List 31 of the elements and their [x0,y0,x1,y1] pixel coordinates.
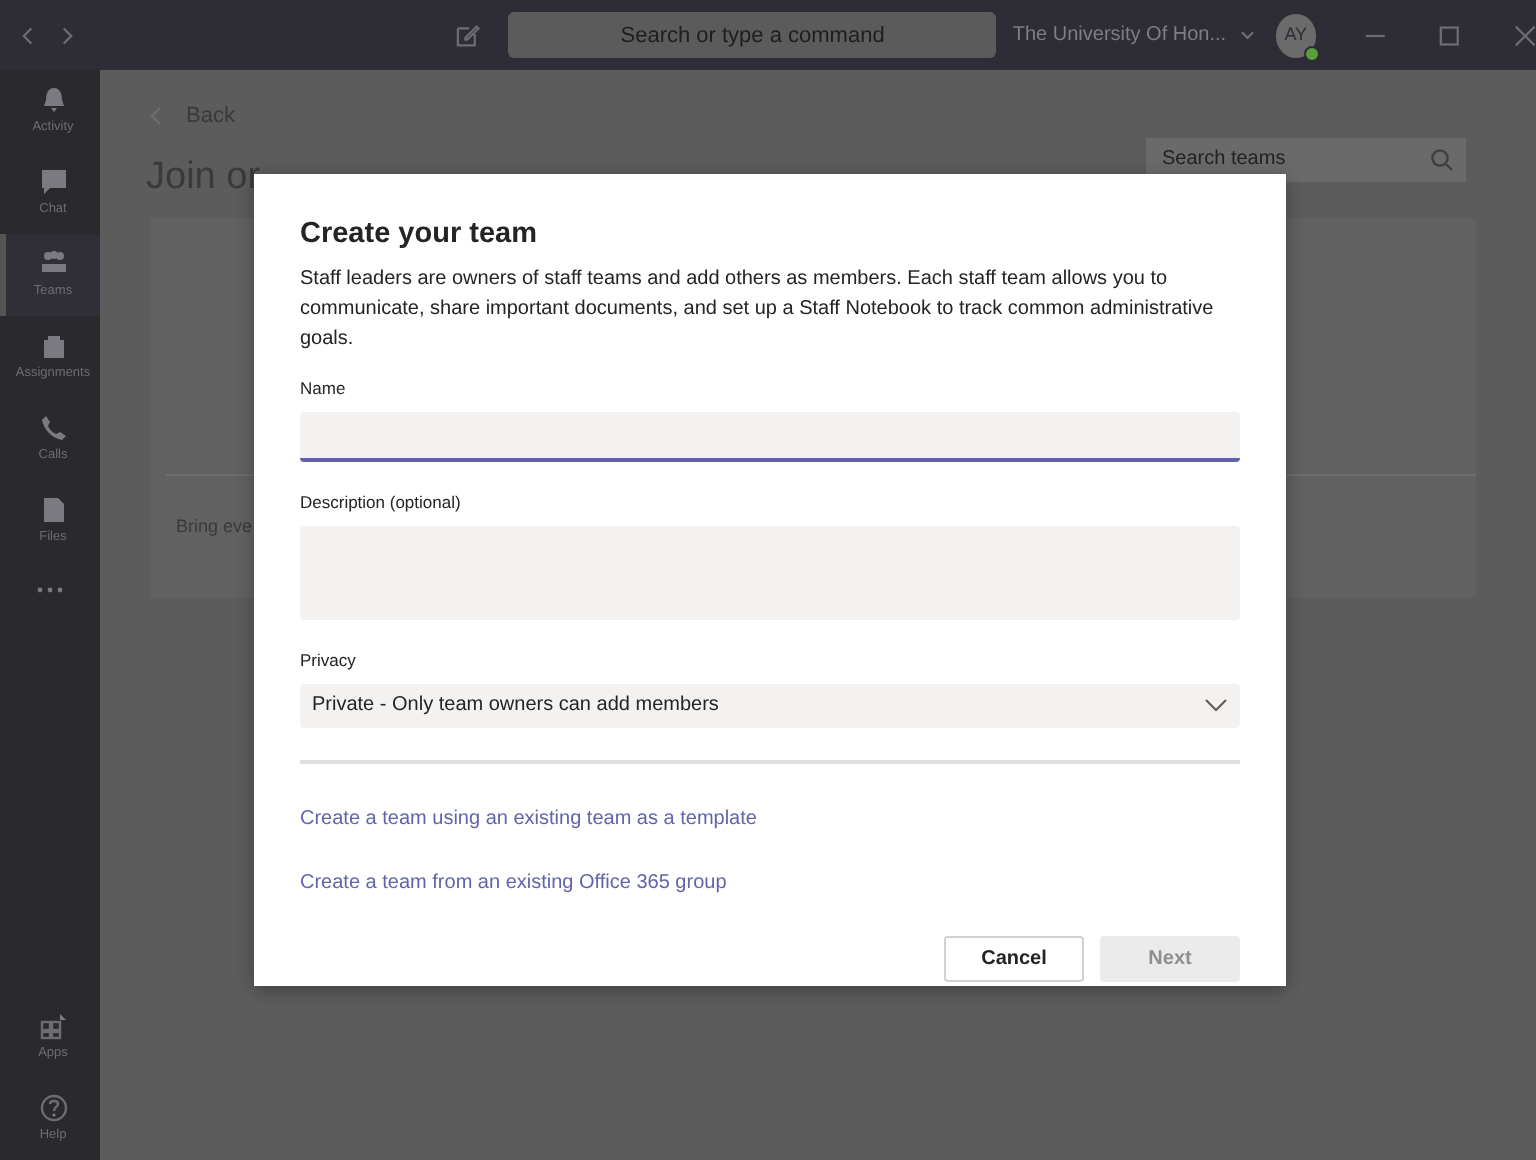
dialog-description: Staff leaders are owners of staff teams and add others as members. Each staff team allows you to communicate, share important documents, and set up a Staff Notebook to track common administrative goals. [300,266,1216,355]
cancel-button[interactable]: Cancel [944,935,1084,982]
bell-icon [39,85,67,114]
avatar-initials: AY [1284,21,1308,48]
chat-bubble-icon [39,167,67,196]
search-field[interactable]: Search or type a command [508,12,997,58]
field-label: Privacy [300,647,358,674]
people-icon [39,249,67,278]
chevron-down-icon [1204,698,1228,713]
privacy-dropdown[interactable]: Private - Only team owners can add members [300,683,1240,728]
phone-icon [39,413,67,442]
field-label: Description (optional) [300,490,463,516]
bag-icon [39,331,67,360]
status-dot [1304,45,1321,61]
close-icon[interactable] [1513,23,1536,47]
maximize-icon[interactable] [1438,23,1462,47]
compose-icon[interactable] [456,22,481,48]
file-icon [39,495,67,524]
organization-name[interactable]: The University Of Hon... [1012,20,1227,50]
help-icon [39,1093,67,1122]
apps-icon [39,1011,67,1040]
more-icon[interactable] [36,586,64,594]
caret-icon[interactable] [1240,29,1256,41]
template-link[interactable]: Create a team from an existing Office 365 group [300,867,727,898]
search-icon[interactable] [1418,137,1466,181]
field-label: Name [300,376,348,403]
template-link[interactable]: Create a team using an existing team as a template [300,803,757,834]
name-field[interactable] [300,412,1240,463]
dialog-title: Create your team [300,218,539,253]
search-teams-field[interactable]: Search teams [1146,137,1418,181]
avatar[interactable]: AY [1275,13,1317,57]
